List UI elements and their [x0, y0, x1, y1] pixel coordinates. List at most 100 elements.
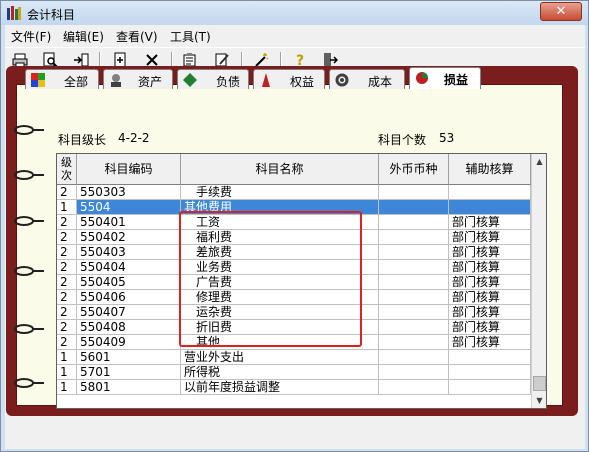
cell-code: 550404	[77, 260, 181, 275]
menu-file[interactable]: 文件(F)	[11, 28, 51, 45]
cell-currency	[379, 275, 449, 290]
tab-profit-loss[interactable]: 损益	[409, 67, 481, 89]
cell-aux	[449, 200, 531, 215]
cell-aux	[449, 185, 531, 200]
cell-level: 1	[57, 365, 77, 380]
scroll-thumb[interactable]	[533, 376, 546, 391]
cell-name: 营业外支出	[181, 350, 379, 365]
cell-aux: 部门核算	[449, 290, 531, 305]
close-button[interactable]: ✕	[540, 2, 582, 21]
cell-level: 1	[57, 380, 77, 395]
equity-icon	[262, 73, 270, 87]
binder-ring	[14, 170, 44, 180]
cell-aux: 部门核算	[449, 215, 531, 230]
cell-level: 1	[57, 200, 77, 215]
cell-currency	[379, 350, 449, 365]
cell-code: 550409	[77, 335, 181, 350]
cell-aux	[449, 365, 531, 380]
cost-icon	[335, 73, 349, 87]
cell-code: 5801	[77, 380, 181, 395]
cell-level: 2	[57, 275, 77, 290]
vertical-scrollbar[interactable]: ▲ ▼	[531, 154, 546, 408]
cell-level: 2	[57, 305, 77, 320]
menu-view[interactable]: 查看(V)	[116, 28, 158, 45]
red-highlight-annotation	[179, 211, 362, 347]
title-bar[interactable]: 会计科目 ✕	[1, 1, 588, 25]
column-header-aux[interactable]: 辅助核算	[449, 154, 531, 185]
account-count-value: 53	[439, 131, 455, 145]
cell-code: 550401	[77, 215, 181, 230]
tab-equity[interactable]: 权益	[253, 69, 325, 89]
tab-liabilities[interactable]: 负债	[177, 69, 249, 89]
cell-code: 5701	[77, 365, 181, 380]
cell-currency	[379, 230, 449, 245]
cell-level: 2	[57, 290, 77, 305]
cell-level: 2	[57, 260, 77, 275]
tab-assets[interactable]: 资产	[103, 69, 173, 89]
cell-aux	[449, 350, 531, 365]
level-length-label: 科目级长	[58, 133, 107, 147]
cell-level: 2	[57, 185, 77, 200]
cell-level: 1	[57, 350, 77, 365]
cell-code: 5601	[77, 350, 181, 365]
column-header-name[interactable]: 科目名称	[181, 154, 379, 185]
table-row[interactable]: 1 5601 营业外支出	[57, 350, 531, 365]
cell-currency	[379, 290, 449, 305]
column-header-code[interactable]: 科目编码	[77, 154, 181, 185]
menu-bar: 文件(F) 编辑(E) 查看(V) 工具(T)	[5, 25, 585, 45]
table-row[interactable]: 1 5701 所得税	[57, 365, 531, 380]
scroll-up-arrow-icon[interactable]: ▲	[532, 154, 546, 169]
tab-all[interactable]: 全部	[25, 69, 99, 89]
binder-ring	[14, 266, 44, 276]
cell-code: 550303	[77, 185, 181, 200]
menu-tools[interactable]: 工具(T)	[170, 28, 211, 45]
scroll-down-arrow-icon[interactable]: ▼	[532, 393, 546, 408]
cell-currency	[379, 200, 449, 215]
cell-level: 2	[57, 245, 77, 260]
cell-level: 2	[57, 215, 77, 230]
cell-currency	[379, 215, 449, 230]
menu-edit[interactable]: 编辑(E)	[63, 28, 104, 45]
cell-currency	[379, 380, 449, 395]
cell-currency	[379, 260, 449, 275]
cell-aux: 部门核算	[449, 260, 531, 275]
cell-level: 2	[57, 320, 77, 335]
assets-icon	[111, 74, 121, 87]
binder-ring	[14, 216, 44, 226]
cell-currency	[379, 245, 449, 260]
cell-aux: 部门核算	[449, 320, 531, 335]
cell-aux: 部门核算	[449, 335, 531, 350]
cell-level: 2	[57, 230, 77, 245]
cell-aux: 部门核算	[449, 305, 531, 320]
cell-currency	[379, 320, 449, 335]
all-icon	[31, 73, 45, 87]
cell-name: 所得税	[181, 365, 379, 380]
table-row[interactable]: 2 550303 手续费	[57, 185, 531, 200]
profit-loss-icon	[416, 72, 428, 84]
cell-currency	[379, 335, 449, 350]
column-header-level[interactable]: 级次	[57, 154, 77, 185]
cell-code: 550407	[77, 305, 181, 320]
cell-aux: 部门核算	[449, 230, 531, 245]
table-row[interactable]: 1 5801 以前年度损益调整	[57, 380, 531, 395]
books-icon	[7, 6, 21, 20]
cell-level: 2	[57, 335, 77, 350]
cell-code: 550403	[77, 245, 181, 260]
cell-aux: 部门核算	[449, 245, 531, 260]
cell-aux: 部门核算	[449, 275, 531, 290]
window-title: 会计科目	[27, 8, 76, 22]
account-count-label: 科目个数	[378, 133, 427, 147]
cell-code: 550402	[77, 230, 181, 245]
cell-code: 550405	[77, 275, 181, 290]
cell-currency	[379, 365, 449, 380]
column-header-currency[interactable]: 外币币种	[379, 154, 449, 185]
cell-aux	[449, 380, 531, 395]
cell-name: 以前年度损益调整	[181, 380, 379, 395]
cell-code: 5504	[77, 200, 181, 215]
tab-cost[interactable]: 成本	[329, 69, 405, 89]
binder-ring	[14, 125, 44, 135]
binder-ring	[14, 324, 44, 334]
binder-ring	[14, 378, 44, 388]
cell-code: 550406	[77, 290, 181, 305]
level-length-value: 4-2-2	[118, 131, 150, 145]
